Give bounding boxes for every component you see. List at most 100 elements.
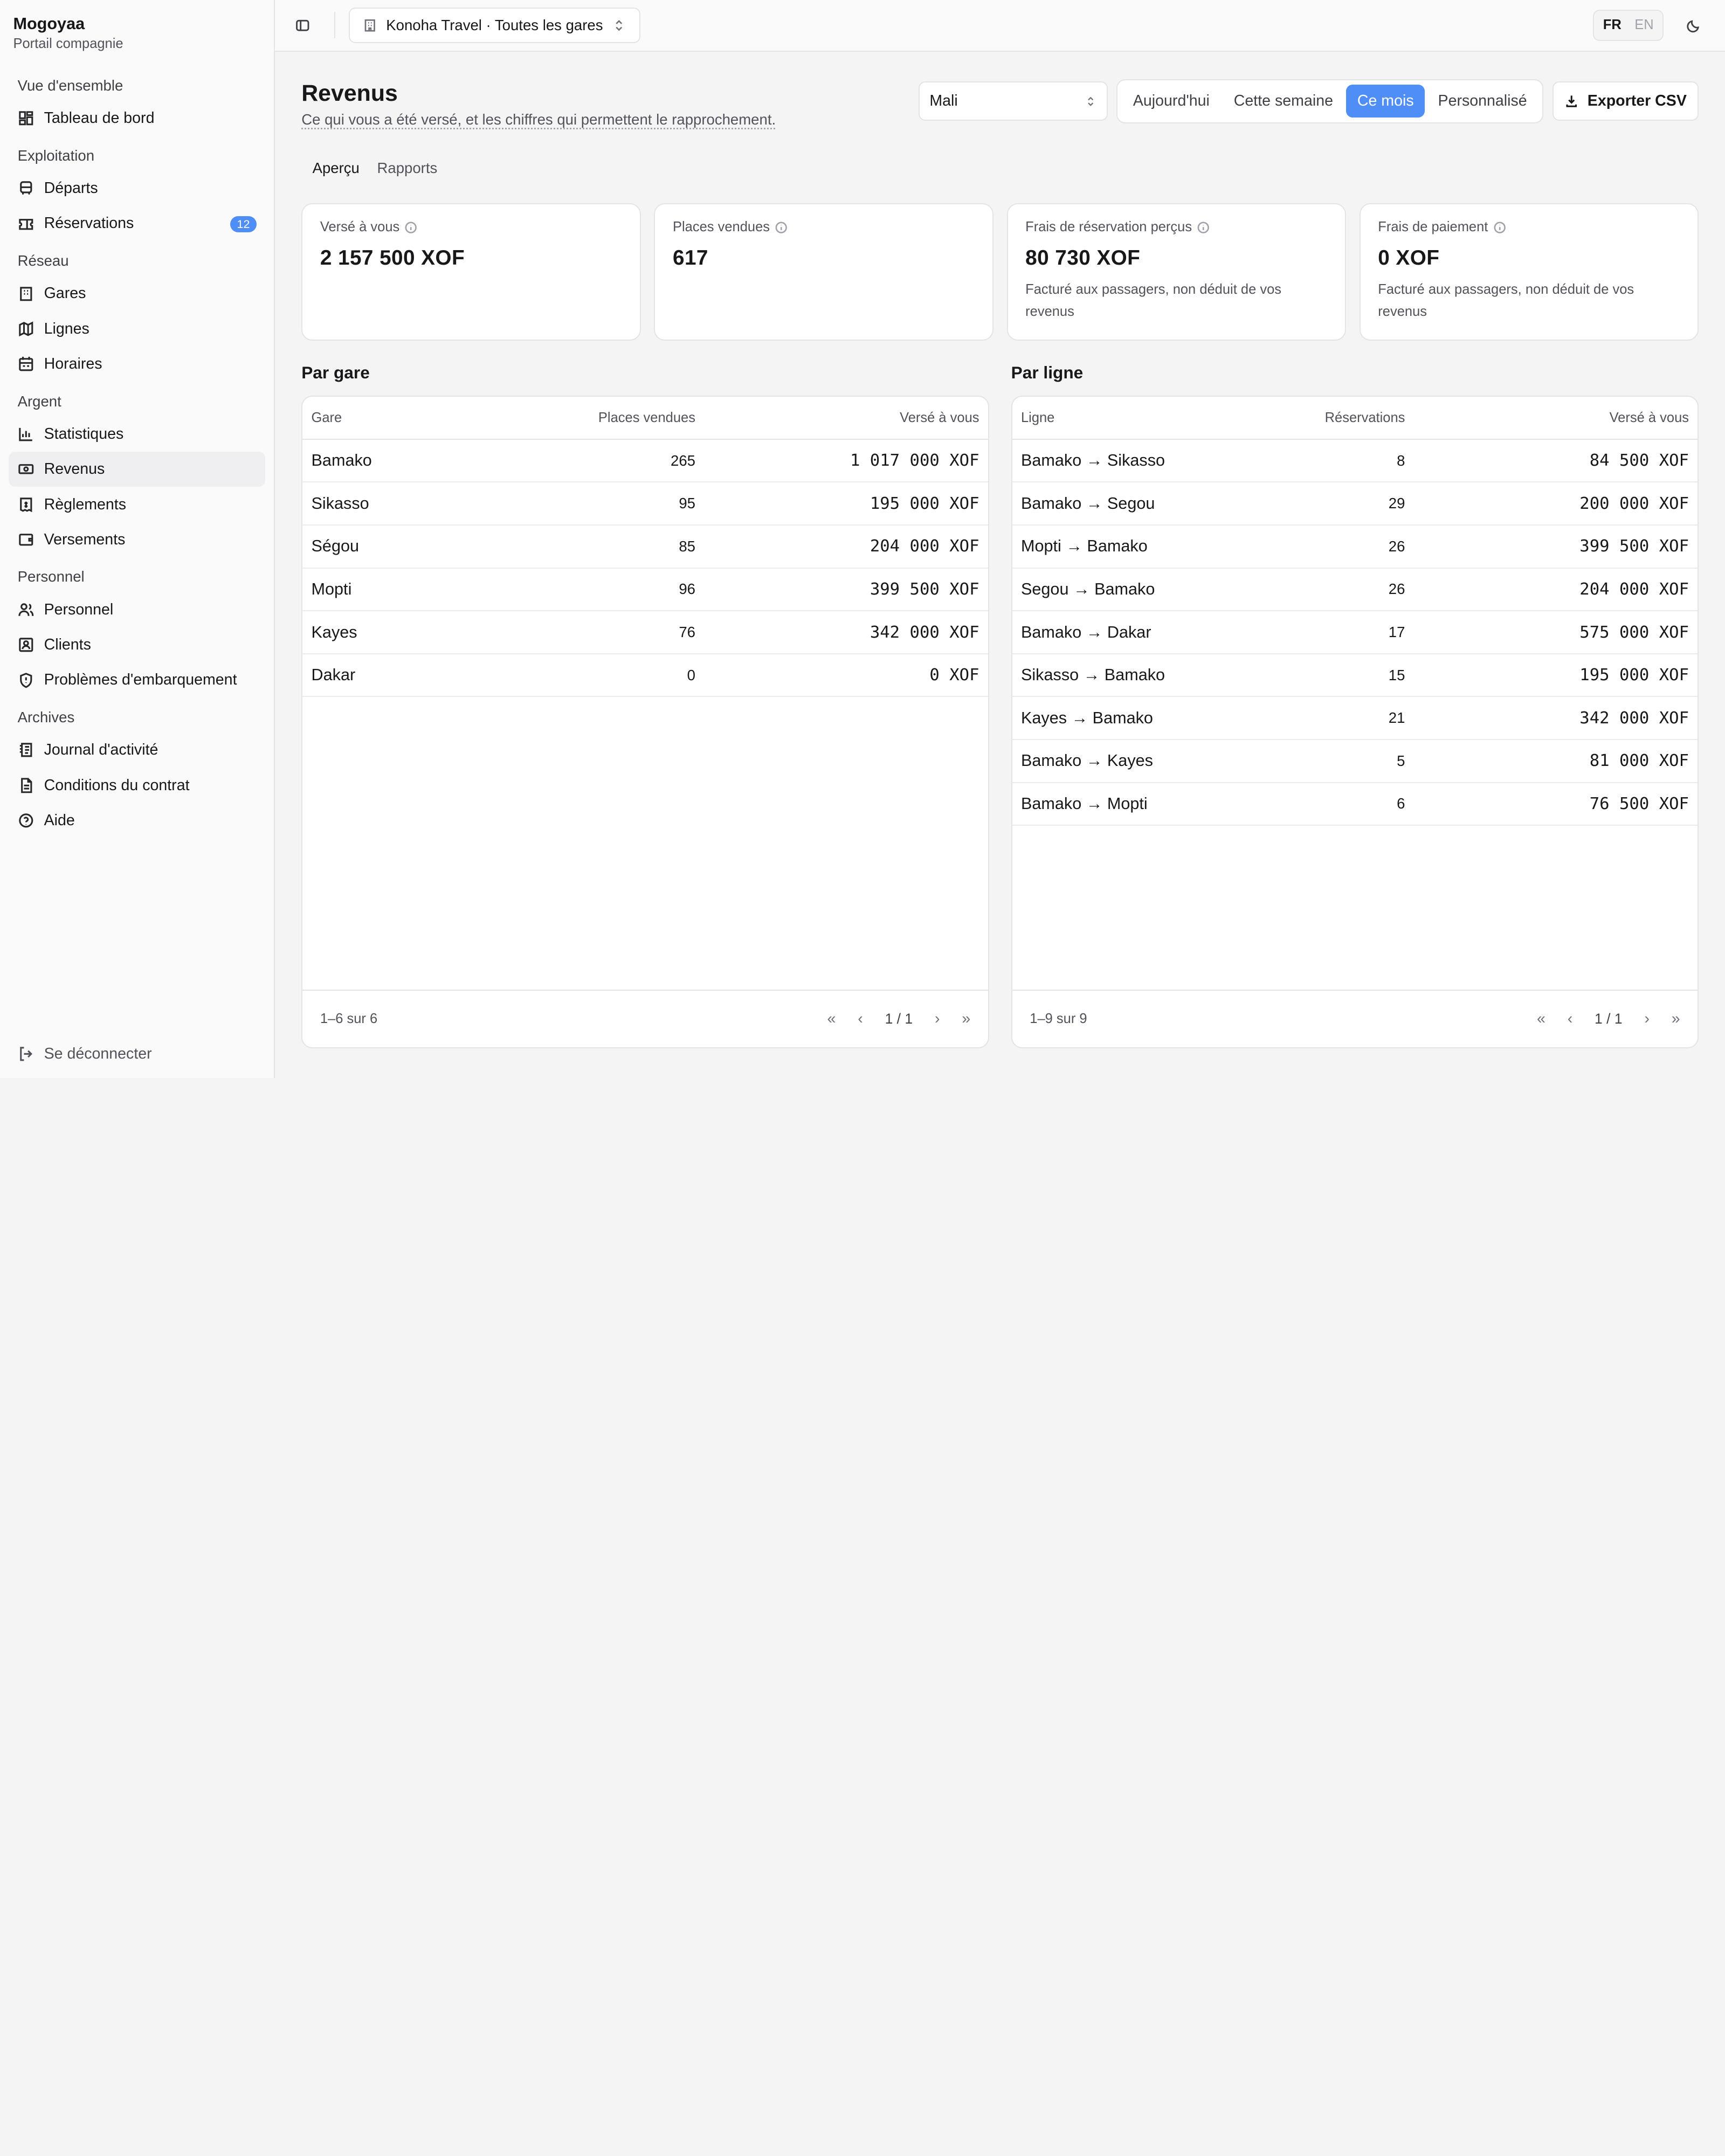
table-cell: 204 000 XOF <box>870 537 979 556</box>
table-header: Ligne Réservations Versé à vous <box>1012 397 1698 440</box>
sidebar-item-label: Clients <box>44 636 91 654</box>
sidebar-item-label: Aide <box>44 811 75 829</box>
sidebar-item-label: Lignes <box>44 320 89 337</box>
page-indicator: 1 / 1 <box>885 1011 913 1027</box>
sidebar-item-label: Conditions du contrat <box>44 776 190 794</box>
by-line-table: Ligne Réservations Versé à vous Bamako →… <box>1011 396 1699 1048</box>
wallet-icon <box>18 534 33 546</box>
building-icon <box>19 286 32 301</box>
first-page-icon[interactable]: « <box>827 1010 836 1028</box>
table-cell: 17 <box>1388 624 1405 641</box>
table-row: Bamako → Segou 29 200 000 XOF <box>1012 482 1698 526</box>
sidebar-item-tableau-de-bord[interactable]: Tableau de bord <box>9 101 265 136</box>
sidebar-item-statistiques[interactable]: Statistiques <box>9 417 265 452</box>
table-cell: 399 500 XOF <box>870 579 979 599</box>
theme-toggle-button[interactable] <box>1686 18 1701 33</box>
sidebar-item-reglements[interactable]: Règlements <box>9 487 265 522</box>
prev-page-icon[interactable]: ‹ <box>858 1010 863 1028</box>
sidebar-item-revenus[interactable]: Revenus <box>9 452 265 487</box>
table-row: Bamako → Dakar 17 575 000 XOF <box>1012 611 1698 654</box>
sidebar-item-reservations[interactable]: Réservations 12 <box>9 206 265 241</box>
sidebar-item-versements[interactable]: Versements <box>9 522 265 557</box>
kpi-value: 617 <box>672 246 708 270</box>
column-header: Ligne <box>1020 410 1055 425</box>
sidebar-item-clients[interactable]: Clients <box>9 627 265 662</box>
period-button[interactable]: Ce mois <box>1346 85 1425 118</box>
nav-group-label: Vue d'ensemble <box>17 77 123 94</box>
first-page-icon[interactable]: « <box>1537 1010 1545 1028</box>
brand-name: Mogoyaa <box>13 15 85 33</box>
table-row: Bamako 265 1 017 000 XOF <box>302 440 988 483</box>
kpi-label: Versé à vous <box>320 219 400 235</box>
main: Konoha Travel · Toutes les gares FR EN R… <box>275 0 1725 1078</box>
lang-fr-button[interactable]: FR <box>1603 17 1622 33</box>
pagination-range: 1–6 sur 6 <box>320 1011 378 1027</box>
page-controls: Mali Aujourd'hui Cette semaine Ce mois Pers… <box>918 79 1699 123</box>
column-header: Versé à vous <box>1609 410 1689 425</box>
by-station-table: Gare Places vendues Versé à vous Bamako 2… <box>301 396 989 1048</box>
by-line-title: Par ligne <box>1011 362 1084 382</box>
table-row: Mopti 96 399 500 XOF <box>302 569 988 612</box>
sidebar-toggle-button[interactable] <box>293 16 313 36</box>
log-icon <box>19 743 32 757</box>
ticket-icon <box>18 218 33 230</box>
company-select[interactable]: Konoha Travel · Toutes les gares <box>348 8 640 43</box>
sidebar-item-gares[interactable]: Gares <box>9 276 265 311</box>
table-body: Bamako 265 1 017 000 XOF Sikasso 95 195 000 X… <box>302 440 988 697</box>
sidebar-item-journal-d-activite[interactable]: Journal d'activité <box>9 733 265 768</box>
sidebar-item-departs[interactable]: Départs <box>9 171 265 206</box>
table-cell: Kayes → Bamako <box>1020 708 1153 727</box>
tab-apercu[interactable]: Aperçu <box>306 153 367 184</box>
tab-rapports[interactable]: Rapports <box>370 153 444 183</box>
sidebar-item-problemes-d-embarquement[interactable]: Problèmes d'embarquement <box>9 662 265 697</box>
sidebar-item-label: Gares <box>44 285 86 302</box>
prev-page-icon[interactable]: ‹ <box>1568 1010 1573 1028</box>
info-icon[interactable] <box>775 222 788 233</box>
next-page-icon[interactable]: › <box>935 1010 940 1028</box>
table-row: Kayes → Bamako 21 342 000 XOF <box>1012 697 1698 741</box>
nav-group-label: Archives <box>17 708 75 725</box>
export-csv-button[interactable]: Exporter CSV <box>1552 81 1699 121</box>
language-switch: FR EN <box>1593 10 1664 41</box>
info-icon[interactable] <box>1197 222 1210 233</box>
nav-group-label: Personnel <box>17 568 85 585</box>
table-cell: 26 <box>1388 537 1405 555</box>
table-cell: Bamako → Dakar <box>1020 623 1151 641</box>
sidebar-item-conditions-du-contrat[interactable]: Conditions du contrat <box>9 768 265 803</box>
sidebar-item-label: Règlements <box>44 495 127 513</box>
table-row: Bamako → Mopti 6 76 500 XOF <box>1012 783 1698 826</box>
company-select-label: Konoha Travel · Toutes les gares <box>386 16 603 33</box>
moon-icon <box>1687 20 1699 33</box>
period-button[interactable]: Personnalisé <box>1427 85 1538 118</box>
table-cell: 195 000 XOF <box>870 494 979 513</box>
table-row: Sikasso 95 195 000 XOF <box>302 482 988 526</box>
users-icon <box>18 603 33 616</box>
sidebar-item-lignes[interactable]: Lignes <box>9 312 265 347</box>
sidebar-item-aide[interactable]: Aide <box>9 803 265 838</box>
info-icon[interactable] <box>1494 222 1506 233</box>
sidebar-item-label: Revenus <box>44 460 105 478</box>
bar-chart-icon <box>18 427 32 441</box>
help-icon <box>18 813 33 828</box>
lang-en-button[interactable]: EN <box>1634 17 1653 33</box>
country-select[interactable]: Mali <box>918 81 1108 121</box>
logout-button[interactable]: Se déconnecter <box>9 1045 161 1063</box>
period-button[interactable]: Aujourd'hui <box>1122 85 1220 118</box>
sidebar-item-label: Réservations <box>44 215 134 232</box>
table-cell: Bamako → Mopti <box>1020 794 1148 813</box>
last-page-icon[interactable]: » <box>1672 1010 1680 1028</box>
sidebar-item-personnel[interactable]: Personnel <box>9 592 265 627</box>
by-station-section: Par gare Gare Places vendues Versé à vou… <box>301 363 989 1048</box>
next-page-icon[interactable]: › <box>1644 1010 1650 1028</box>
table-cell: 195 000 XOF <box>1579 666 1689 685</box>
last-page-icon[interactable]: » <box>962 1010 970 1028</box>
kpi-card: Versé à vous 2 157 500 XOF <box>301 203 641 341</box>
period-button[interactable]: Cette semaine <box>1223 85 1344 118</box>
contact-icon <box>18 638 33 652</box>
table-header: Gare Places vendues Versé à vous <box>302 397 988 440</box>
sidebar-item-horaires[interactable]: Horaires <box>9 347 265 382</box>
table-cell: 84 500 XOF <box>1589 451 1689 471</box>
info-icon[interactable] <box>405 222 417 233</box>
table-cell: Sikasso <box>311 494 369 513</box>
page-indicator: 1 / 1 <box>1595 1011 1623 1027</box>
